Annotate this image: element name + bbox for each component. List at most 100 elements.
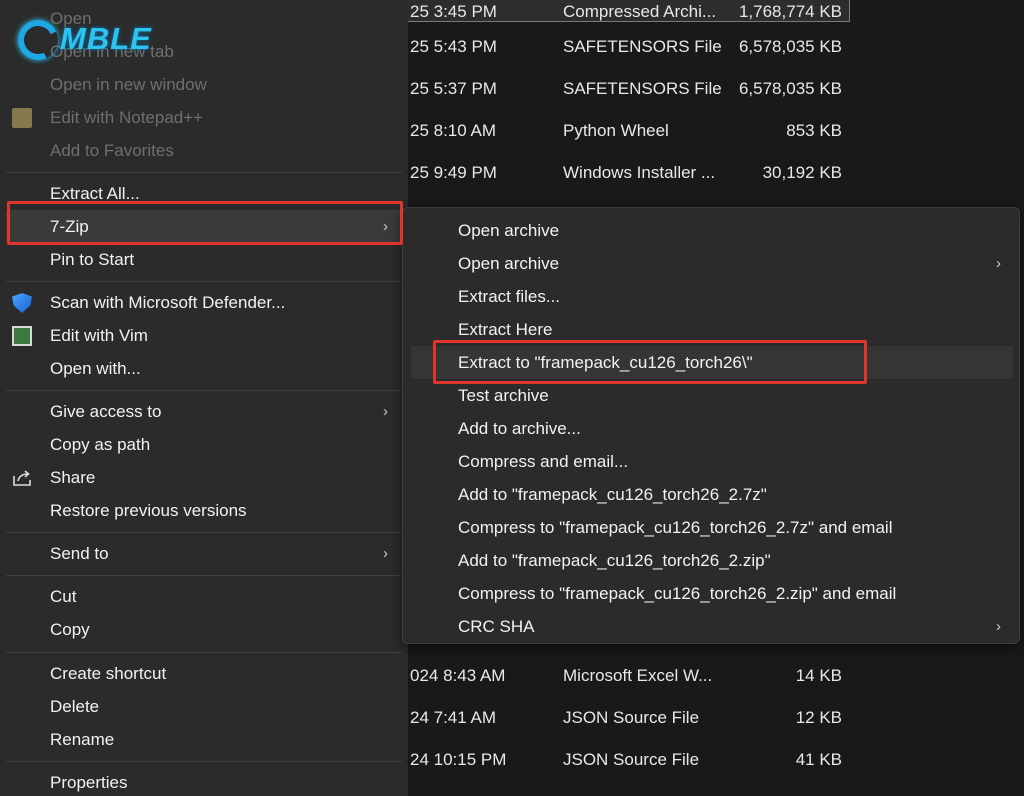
menu-item-label: Pin to Start xyxy=(50,250,135,269)
submenu-item-label: Open archive xyxy=(458,221,560,240)
menu-item-edit-notepad[interactable]: Edit with Notepad++ xyxy=(6,101,402,134)
submenu-item-open-archive-sub[interactable]: Open archive › xyxy=(411,247,1013,280)
menu-item-extract-all[interactable]: Extract All... xyxy=(6,177,402,210)
menu-item-label: Copy as path xyxy=(50,435,151,454)
menu-item-cut[interactable]: Cut xyxy=(6,580,402,613)
submenu-item-add-zip[interactable]: Add to "framepack_cu126_torch26_2.zip" xyxy=(411,544,1013,577)
menu-item-scan-defender[interactable]: Scan with Microsoft Defender... xyxy=(6,286,402,319)
submenu-item-compress-zip-email[interactable]: Compress to "framepack_cu126_torch26_2.z… xyxy=(411,577,1013,610)
file-date: 024 8:43 AM xyxy=(410,666,506,685)
submenu-item-label: Test archive xyxy=(458,386,549,405)
file-size: 1,768,774 KB xyxy=(738,2,842,21)
file-type: JSON Source File xyxy=(563,750,700,769)
chevron-right-icon: › xyxy=(383,218,388,235)
submenu-item-label: Extract Here xyxy=(458,320,553,339)
menu-item-give-access[interactable]: Give access to › xyxy=(6,395,402,428)
chevron-right-icon: › xyxy=(383,403,388,420)
submenu-item-label: Compress to "framepack_cu126_torch26_2.z… xyxy=(458,584,897,603)
file-size: 14 KB xyxy=(795,666,842,685)
submenu-item-compress-email[interactable]: Compress and email... xyxy=(411,445,1013,478)
file-size: 41 KB xyxy=(795,750,842,769)
menu-item-label: Rename xyxy=(50,730,115,749)
file-size: 12 KB xyxy=(795,708,842,727)
file-type: SAFETENSORS File xyxy=(563,79,722,98)
submenu-item-label: Compress and email... xyxy=(458,452,629,471)
submenu-item-add-7z[interactable]: Add to "framepack_cu126_torch26_2.7z" xyxy=(411,478,1013,511)
menu-item-label: Edit with Notepad++ xyxy=(50,108,204,127)
menu-item-rename[interactable]: Rename xyxy=(6,723,402,756)
vim-icon xyxy=(12,326,32,346)
file-type: JSON Source File xyxy=(563,708,700,727)
file-date: 25 8:10 AM xyxy=(410,121,497,140)
submenu-item-label: CRC SHA xyxy=(458,617,535,636)
file-type: SAFETENSORS File xyxy=(563,37,722,56)
submenu-item-open-archive[interactable]: Open archive xyxy=(411,214,1013,247)
submenu-item-add-to-archive[interactable]: Add to archive... xyxy=(411,412,1013,445)
menu-item-label: Restore previous versions xyxy=(50,501,247,520)
chevron-right-icon: › xyxy=(996,255,1001,272)
menu-item-label: Copy xyxy=(50,620,90,639)
menu-item-share[interactable]: Share xyxy=(6,461,402,494)
logo-text: MBLE xyxy=(60,21,152,56)
submenu-item-extract-to[interactable]: Extract to "framepack_cu126_torch26\" xyxy=(411,346,1013,379)
menu-item-copy-path[interactable]: Copy as path xyxy=(6,428,402,461)
chevron-right-icon: › xyxy=(996,618,1001,635)
menu-item-label: Extract All... xyxy=(50,184,140,203)
notepad-icon xyxy=(12,108,32,128)
menu-item-label: Scan with Microsoft Defender... xyxy=(50,293,286,312)
menu-separator xyxy=(6,390,402,391)
menu-separator xyxy=(6,281,402,282)
file-date: 24 10:15 PM xyxy=(410,750,507,769)
7zip-submenu: Open archive Open archive › Extract file… xyxy=(402,207,1020,644)
menu-item-edit-vim[interactable]: Edit with Vim xyxy=(6,319,402,352)
file-size: 30,192 KB xyxy=(762,163,842,182)
menu-item-pin-start[interactable]: Pin to Start xyxy=(6,243,402,276)
submenu-item-label: Extract files... xyxy=(458,287,561,306)
menu-item-label: Open with... xyxy=(50,359,141,378)
menu-item-restore-versions[interactable]: Restore previous versions xyxy=(6,494,402,527)
file-type: Compressed Archi... xyxy=(563,2,717,21)
file-date: 25 5:37 PM xyxy=(410,79,497,98)
shield-icon xyxy=(12,293,32,313)
menu-item-label: Open in new window xyxy=(50,75,207,94)
context-menu: Open Open in new tab Open in new window … xyxy=(0,0,408,796)
submenu-item-label: Open archive xyxy=(458,254,560,273)
share-icon xyxy=(13,470,31,486)
menu-item-send-to[interactable]: Send to › xyxy=(6,537,402,570)
submenu-item-test-archive[interactable]: Test archive xyxy=(411,379,1013,412)
logo-mark-icon xyxy=(12,14,64,66)
file-date: 25 9:49 PM xyxy=(410,163,497,182)
submenu-item-compress-7z-email[interactable]: Compress to "framepack_cu126_torch26_2.7… xyxy=(411,511,1013,544)
menu-item-add-favorites[interactable]: Add to Favorites xyxy=(6,134,402,167)
submenu-item-extract-here[interactable]: Extract Here xyxy=(411,313,1013,346)
menu-item-create-shortcut[interactable]: Create shortcut xyxy=(6,657,402,690)
file-date: 25 3:45 PM xyxy=(410,2,497,21)
chevron-right-icon: › xyxy=(383,545,388,562)
file-type: Python Wheel xyxy=(563,121,669,140)
menu-item-open-with[interactable]: Open with... xyxy=(6,352,402,385)
menu-separator xyxy=(6,532,402,533)
menu-separator xyxy=(6,172,402,173)
menu-item-label: Edit with Vim xyxy=(50,326,148,345)
menu-separator xyxy=(6,652,402,653)
menu-item-delete[interactable]: Delete xyxy=(6,690,402,723)
file-type: Windows Installer ... xyxy=(563,163,716,182)
submenu-item-label: Add to archive... xyxy=(458,419,581,438)
file-size: 853 KB xyxy=(786,121,842,140)
menu-item-copy[interactable]: Copy xyxy=(6,613,402,646)
menu-item-properties[interactable]: Properties xyxy=(6,766,402,796)
menu-separator xyxy=(6,575,402,576)
submenu-item-extract-files[interactable]: Extract files... xyxy=(411,280,1013,313)
file-size: 6,578,035 KB xyxy=(738,79,842,98)
menu-item-open-new-window[interactable]: Open in new window xyxy=(6,68,402,101)
submenu-item-label: Extract to "framepack_cu126_torch26\" xyxy=(458,353,753,372)
file-date: 25 5:43 PM xyxy=(410,37,497,56)
menu-item-label: Delete xyxy=(50,697,100,716)
menu-separator xyxy=(6,761,402,762)
file-date: 24 7:41 AM xyxy=(410,708,497,727)
menu-item-label: Properties xyxy=(50,773,128,792)
menu-item-label: Share xyxy=(50,468,96,487)
menu-item-label: Cut xyxy=(50,587,77,606)
submenu-item-crc-sha[interactable]: CRC SHA › xyxy=(411,610,1013,643)
menu-item-7zip[interactable]: 7-Zip › xyxy=(6,210,402,243)
